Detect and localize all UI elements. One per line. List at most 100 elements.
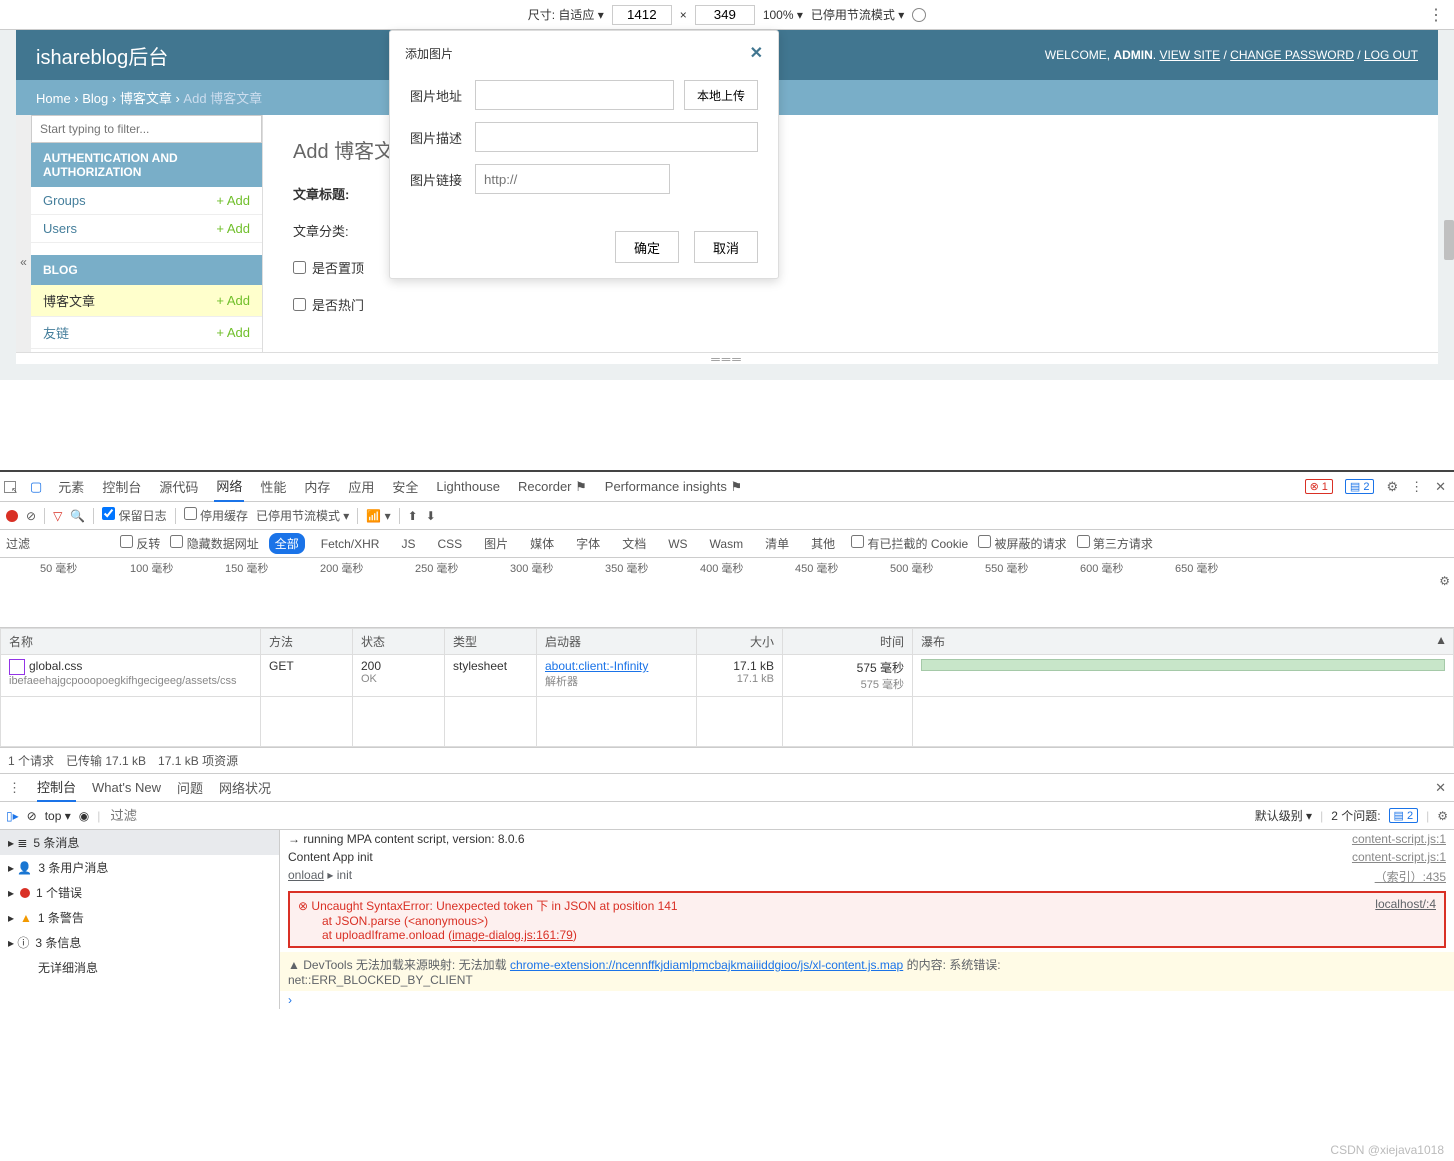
error-badge[interactable]: ⊗ 1 bbox=[1305, 479, 1333, 494]
console-prompt[interactable]: › bbox=[280, 991, 1454, 1009]
clear-network-button[interactable]: ⊘ bbox=[26, 509, 36, 523]
drawer-tab-console[interactable]: 控制台 bbox=[37, 774, 76, 802]
console-message[interactable]: Content App initcontent-script.js:1 bbox=[280, 848, 1454, 866]
drawer-close-icon[interactable]: ✕ bbox=[1435, 780, 1446, 796]
info-badge[interactable]: ▤ 2 bbox=[1345, 479, 1375, 494]
sidebar-collapse-toggle[interactable]: « bbox=[16, 115, 31, 352]
filter-js[interactable]: JS bbox=[395, 535, 421, 553]
kebab-menu-icon[interactable]: ⋮ bbox=[1428, 5, 1444, 25]
col-time[interactable]: 时间 bbox=[783, 629, 913, 655]
col-status[interactable]: 状态 bbox=[353, 629, 445, 655]
add-user-button[interactable]: + Add bbox=[216, 221, 250, 236]
checkbox-is-hot[interactable] bbox=[293, 298, 306, 311]
console-sidebar-toggle-icon[interactable]: ▯▸ bbox=[6, 809, 19, 823]
tab-recorder[interactable]: Recorder ⚑ bbox=[516, 479, 589, 495]
console-filter-input[interactable] bbox=[108, 806, 1246, 825]
breadcrumb-posts[interactable]: 博客文章 bbox=[120, 91, 172, 106]
tab-perf-insights[interactable]: Performance insights ⚑ bbox=[603, 479, 744, 495]
preserve-log-checkbox[interactable]: 保留日志 bbox=[102, 507, 166, 524]
rotate-icon[interactable] bbox=[912, 8, 926, 22]
filter-fetch[interactable]: Fetch/XHR bbox=[315, 535, 386, 553]
tab-application[interactable]: 应用 bbox=[346, 477, 376, 496]
sidebar-filter-input[interactable] bbox=[31, 115, 262, 143]
logout-link[interactable]: LOG OUT bbox=[1364, 48, 1418, 62]
input-image-url[interactable] bbox=[475, 80, 674, 110]
drawer-menu-icon[interactable]: ⋮ bbox=[8, 780, 21, 796]
sidebar-header-auth[interactable]: AUTHENTICATION AND AUTHORIZATION bbox=[31, 143, 262, 187]
input-image-desc[interactable] bbox=[475, 122, 758, 152]
record-button[interactable] bbox=[6, 510, 18, 522]
blocked-cookies-checkbox[interactable]: 有已拦截的 Cookie bbox=[851, 535, 968, 552]
filter-doc[interactable]: 文档 bbox=[616, 533, 652, 554]
filter-toggle-icon[interactable]: ▽ bbox=[53, 509, 62, 523]
users-link[interactable]: Users bbox=[43, 221, 77, 236]
view-site-link[interactable]: VIEW SITE bbox=[1159, 48, 1220, 62]
throttle-dropdown[interactable]: 已停用节流模式 ▾ bbox=[811, 6, 904, 23]
change-password-link[interactable]: CHANGE PASSWORD bbox=[1230, 48, 1354, 62]
console-warning[interactable]: ▲ DevTools 无法加载来源映射: 无法加载 chrome-extensi… bbox=[280, 952, 1454, 991]
gear-icon[interactable]: ⚙ bbox=[1386, 479, 1398, 495]
sidebar-info[interactable]: ▸ ⓘ 3 条信息 bbox=[0, 930, 279, 955]
col-size[interactable]: 大小 bbox=[697, 629, 783, 655]
network-timeline[interactable]: 50 毫秒 100 毫秒 150 毫秒 200 毫秒 250 毫秒 300 毫秒… bbox=[0, 558, 1454, 628]
tab-elements[interactable]: 元素 bbox=[56, 477, 86, 496]
col-waterfall[interactable]: 瀑布▲ bbox=[913, 629, 1454, 655]
breadcrumb-home[interactable]: Home bbox=[36, 91, 71, 106]
disable-cache-checkbox[interactable]: 停用缓存 bbox=[184, 507, 248, 524]
local-upload-button[interactable]: 本地上传 bbox=[684, 80, 758, 110]
filter-manifest[interactable]: 清单 bbox=[759, 533, 795, 554]
input-image-link[interactable] bbox=[475, 164, 670, 194]
filter-font[interactable]: 字体 bbox=[570, 533, 606, 554]
tab-sources[interactable]: 源代码 bbox=[157, 477, 200, 496]
console-message[interactable]: onload ▸ init（索引）:435 bbox=[280, 866, 1454, 887]
width-input[interactable] bbox=[612, 5, 672, 25]
tab-network[interactable]: 网络 bbox=[214, 472, 244, 502]
console-gear-icon[interactable]: ⚙ bbox=[1437, 809, 1448, 823]
filter-img[interactable]: 图片 bbox=[478, 533, 514, 554]
throttling-dropdown[interactable]: 已停用节流模式 ▾ bbox=[256, 507, 349, 524]
tab-console[interactable]: 控制台 bbox=[100, 477, 143, 496]
console-message[interactable]: → running MPA content script, version: 8… bbox=[280, 830, 1454, 848]
height-input[interactable] bbox=[695, 5, 755, 25]
filter-wasm[interactable]: Wasm bbox=[704, 535, 750, 553]
console-issues-badge[interactable]: ▤ 2 bbox=[1389, 808, 1419, 823]
breadcrumb-blog[interactable]: Blog bbox=[82, 91, 108, 106]
upload-icon[interactable]: ⬆ bbox=[408, 509, 418, 523]
filter-all[interactable]: 全部 bbox=[269, 533, 305, 554]
console-clear-icon[interactable]: ⊘ bbox=[27, 809, 37, 823]
col-name[interactable]: 名称 bbox=[1, 629, 261, 655]
tab-memory[interactable]: 内存 bbox=[302, 477, 332, 496]
console-level-dropdown[interactable]: 默认级别 ▾ bbox=[1255, 807, 1312, 824]
console-error[interactable]: ⊗ Uncaught SyntaxError: Unexpected token… bbox=[288, 891, 1446, 948]
third-party-checkbox[interactable]: 第三方请求 bbox=[1077, 535, 1153, 552]
col-initiator[interactable]: 启动器 bbox=[537, 629, 697, 655]
modal-ok-button[interactable]: 确定 bbox=[615, 231, 679, 263]
add-friendlink-button[interactable]: + Add bbox=[216, 325, 250, 340]
groups-link[interactable]: Groups bbox=[43, 193, 86, 208]
sidebar-messages[interactable]: ▸ ≣ 5 条消息 bbox=[0, 830, 279, 855]
search-icon[interactable]: 🔍 bbox=[70, 509, 85, 523]
table-row[interactable]: global.cssibefaeehajgcpooopoegkifhgecige… bbox=[1, 655, 1454, 697]
filter-media[interactable]: 媒体 bbox=[524, 533, 560, 554]
friendlinks-link[interactable]: 友链 bbox=[43, 323, 69, 342]
drawer-tab-whatsnew[interactable]: What's New bbox=[92, 780, 161, 795]
download-icon[interactable]: ⬇ bbox=[426, 509, 436, 523]
device-mode-icon[interactable]: ▢ bbox=[30, 479, 42, 495]
filter-css[interactable]: CSS bbox=[431, 535, 468, 553]
tab-performance[interactable]: 性能 bbox=[258, 477, 288, 496]
hide-data-checkbox[interactable]: 隐藏数据网址 bbox=[170, 535, 258, 552]
close-devtools-icon[interactable]: ✕ bbox=[1435, 479, 1446, 495]
add-blog-post-button[interactable]: + Add bbox=[216, 293, 250, 308]
drawer-tab-network-cond[interactable]: 网络状况 bbox=[219, 778, 271, 797]
modal-close-button[interactable]: ✕ bbox=[750, 43, 763, 63]
sidebar-errors[interactable]: ▸ 1 个错误 bbox=[0, 880, 279, 905]
sidebar-warnings[interactable]: ▸ ▲ 1 条警告 bbox=[0, 905, 279, 930]
console-eye-icon[interactable]: ◉ bbox=[79, 809, 89, 823]
filter-other[interactable]: 其他 bbox=[805, 533, 841, 554]
sidebar-no-detail[interactable]: 无详细消息 bbox=[0, 955, 279, 980]
wifi-icon[interactable]: 📶 ▾ bbox=[366, 509, 390, 523]
sidebar-user-messages[interactable]: ▸ 👤 3 条用户消息 bbox=[0, 855, 279, 880]
zoom-dropdown[interactable]: 100% ▾ bbox=[763, 8, 803, 22]
inspect-icon[interactable]: ↖ bbox=[4, 481, 16, 493]
dimension-mode-dropdown[interactable]: 尺寸: 自适应 ▾ bbox=[528, 6, 604, 23]
